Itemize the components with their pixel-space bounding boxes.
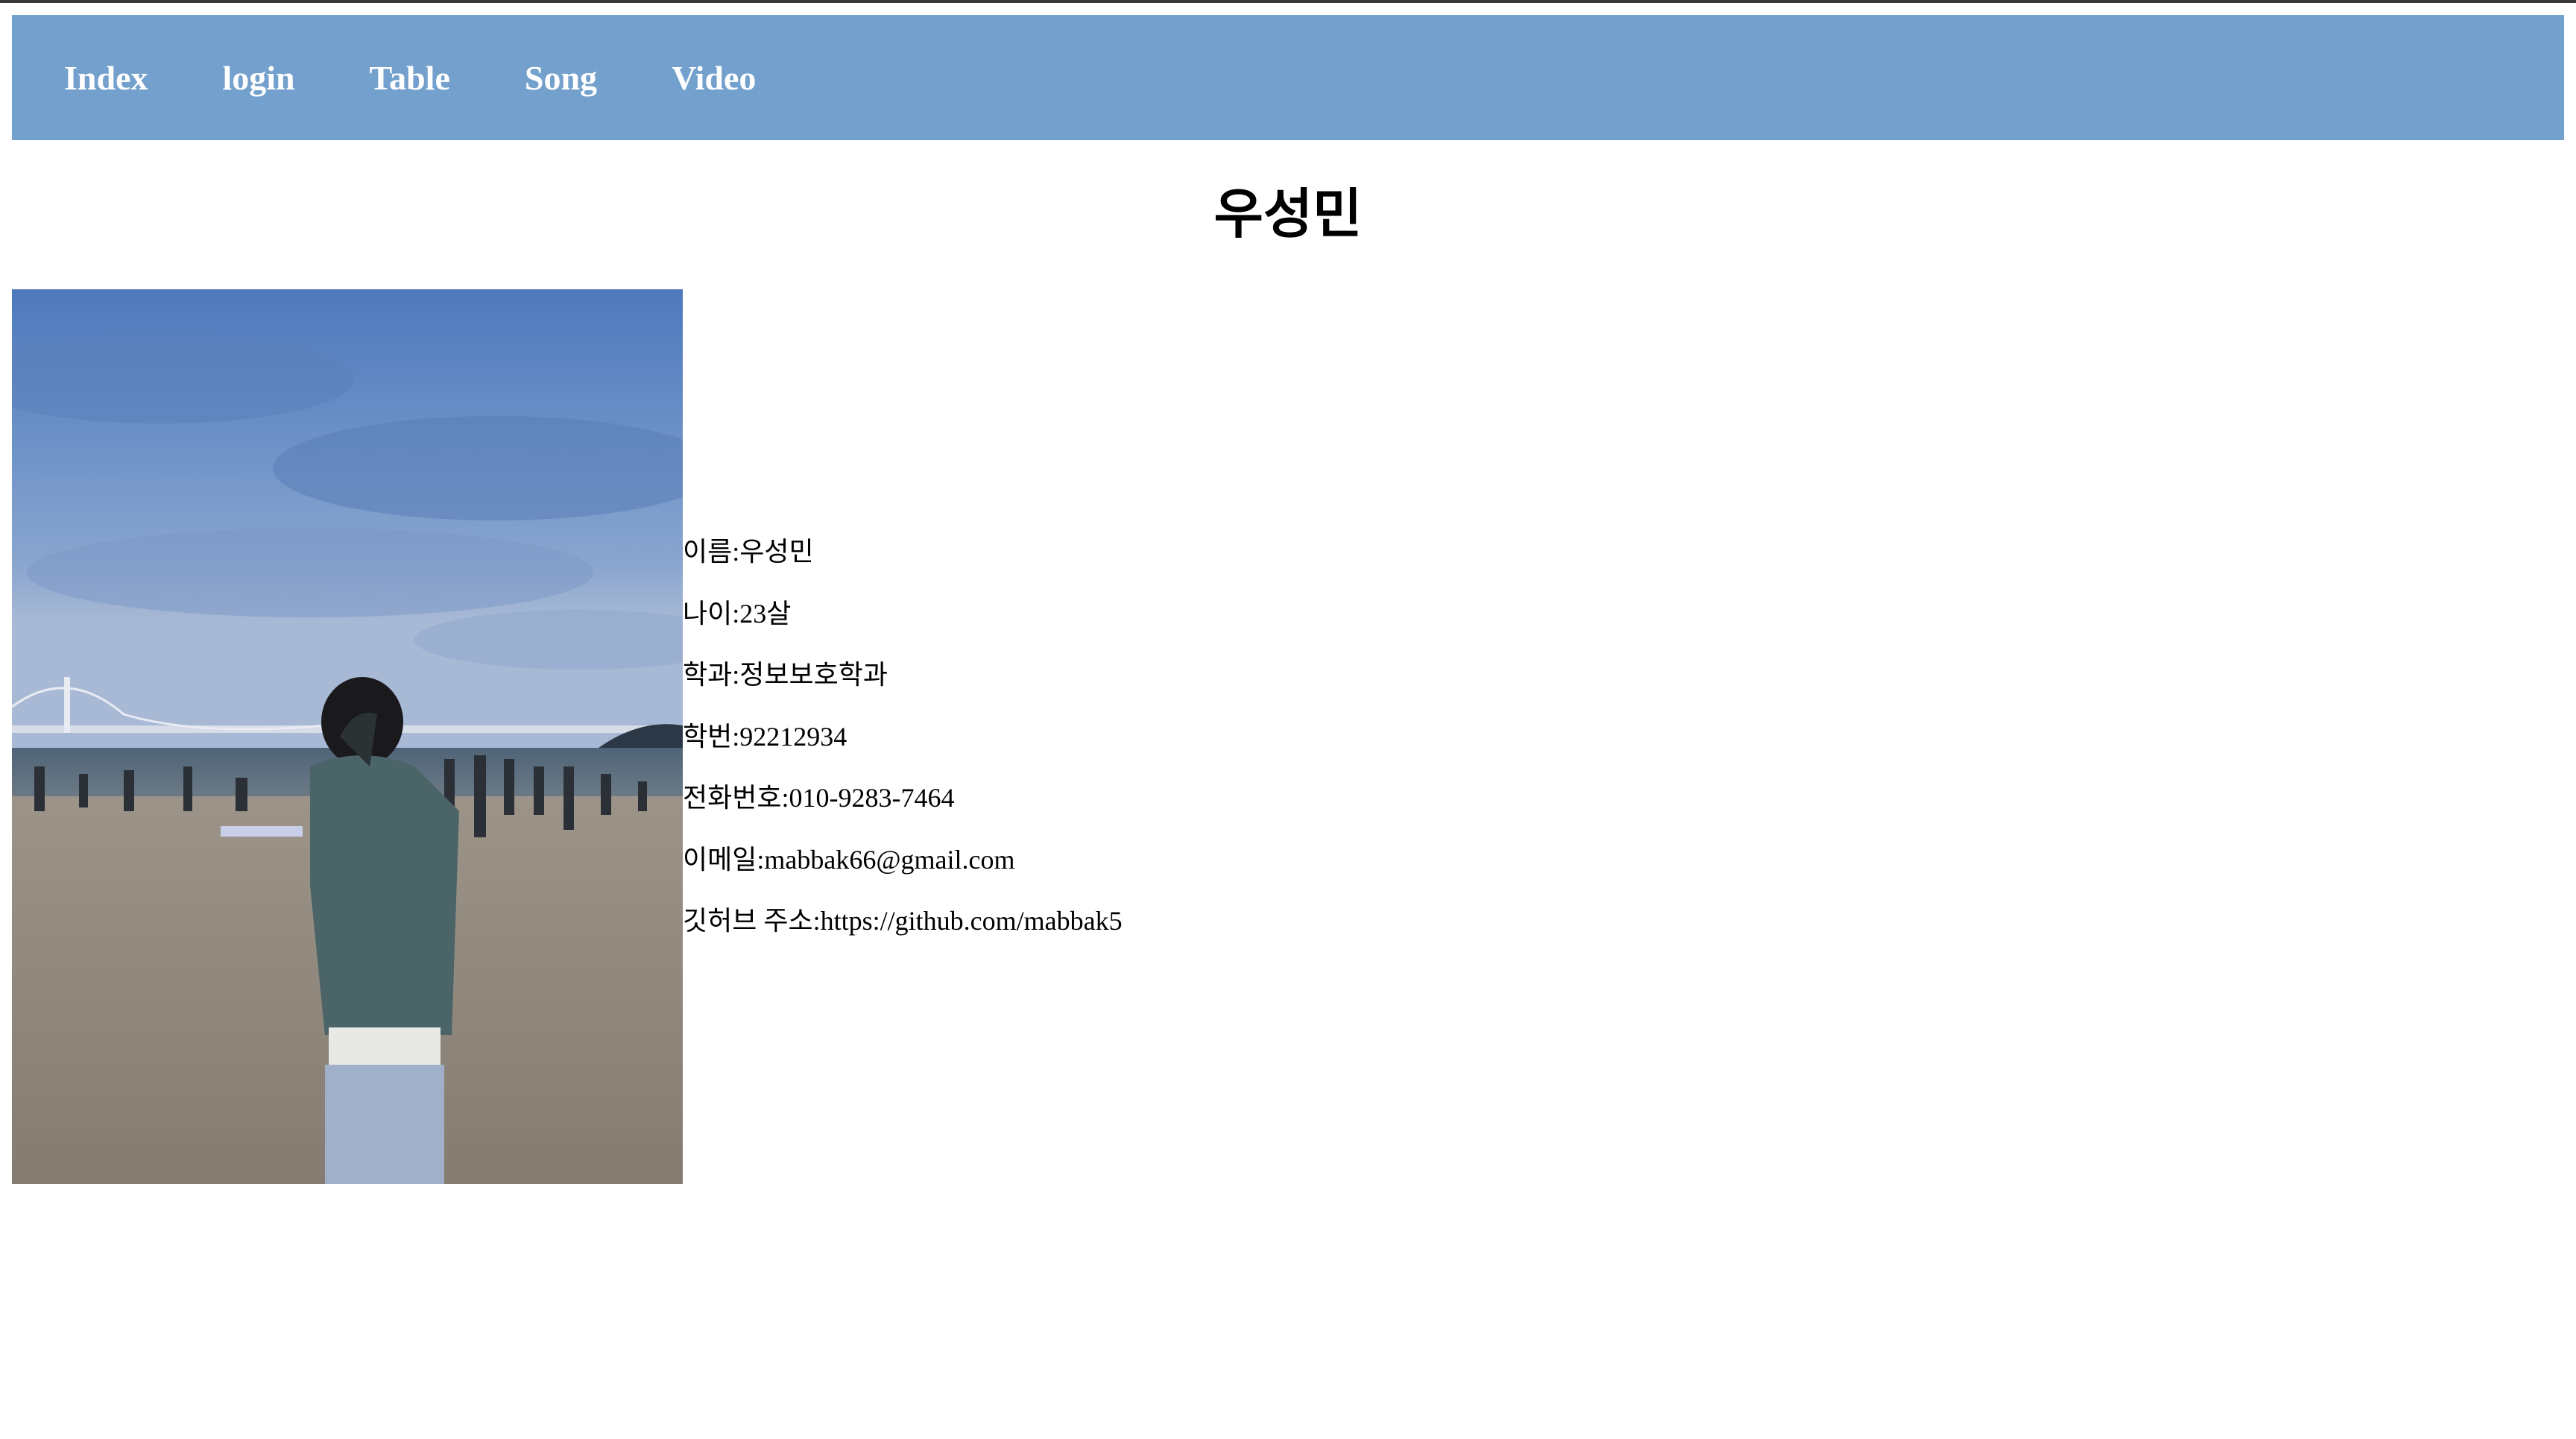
info-email: 이메일:mabbak66@gmail.com — [683, 844, 1015, 875]
nav-link-table[interactable]: Table — [370, 58, 450, 98]
window-top-border — [0, 0, 2576, 6]
info-github: 깃허브 주소:https://github.com/mabbak5 — [683, 906, 1123, 936]
nav-link-login[interactable]: login — [222, 58, 294, 98]
profile-photo — [12, 289, 683, 1184]
info-phone: 전화번호:010-9283-7464 — [683, 783, 955, 813]
nav-link-video[interactable]: Video — [672, 58, 756, 98]
top-nav-bar: Index login Table Song Video — [12, 15, 2564, 140]
page-title: 우성민 — [1213, 183, 1363, 245]
info-department: 학과:정보보호학과 — [683, 660, 888, 690]
info-age: 나이:23살 — [683, 598, 792, 629]
nav-link-index[interactable]: Index — [64, 58, 148, 98]
info-name: 이름:우성민 — [683, 537, 814, 567]
nav-link-song[interactable]: Song — [525, 58, 597, 98]
info-student-id: 학번:92212934 — [683, 721, 847, 752]
profile-info: 이름:우성민 나이:23살 학과:정보보호학과 학번:92212934 전화번호… — [683, 529, 1123, 960]
